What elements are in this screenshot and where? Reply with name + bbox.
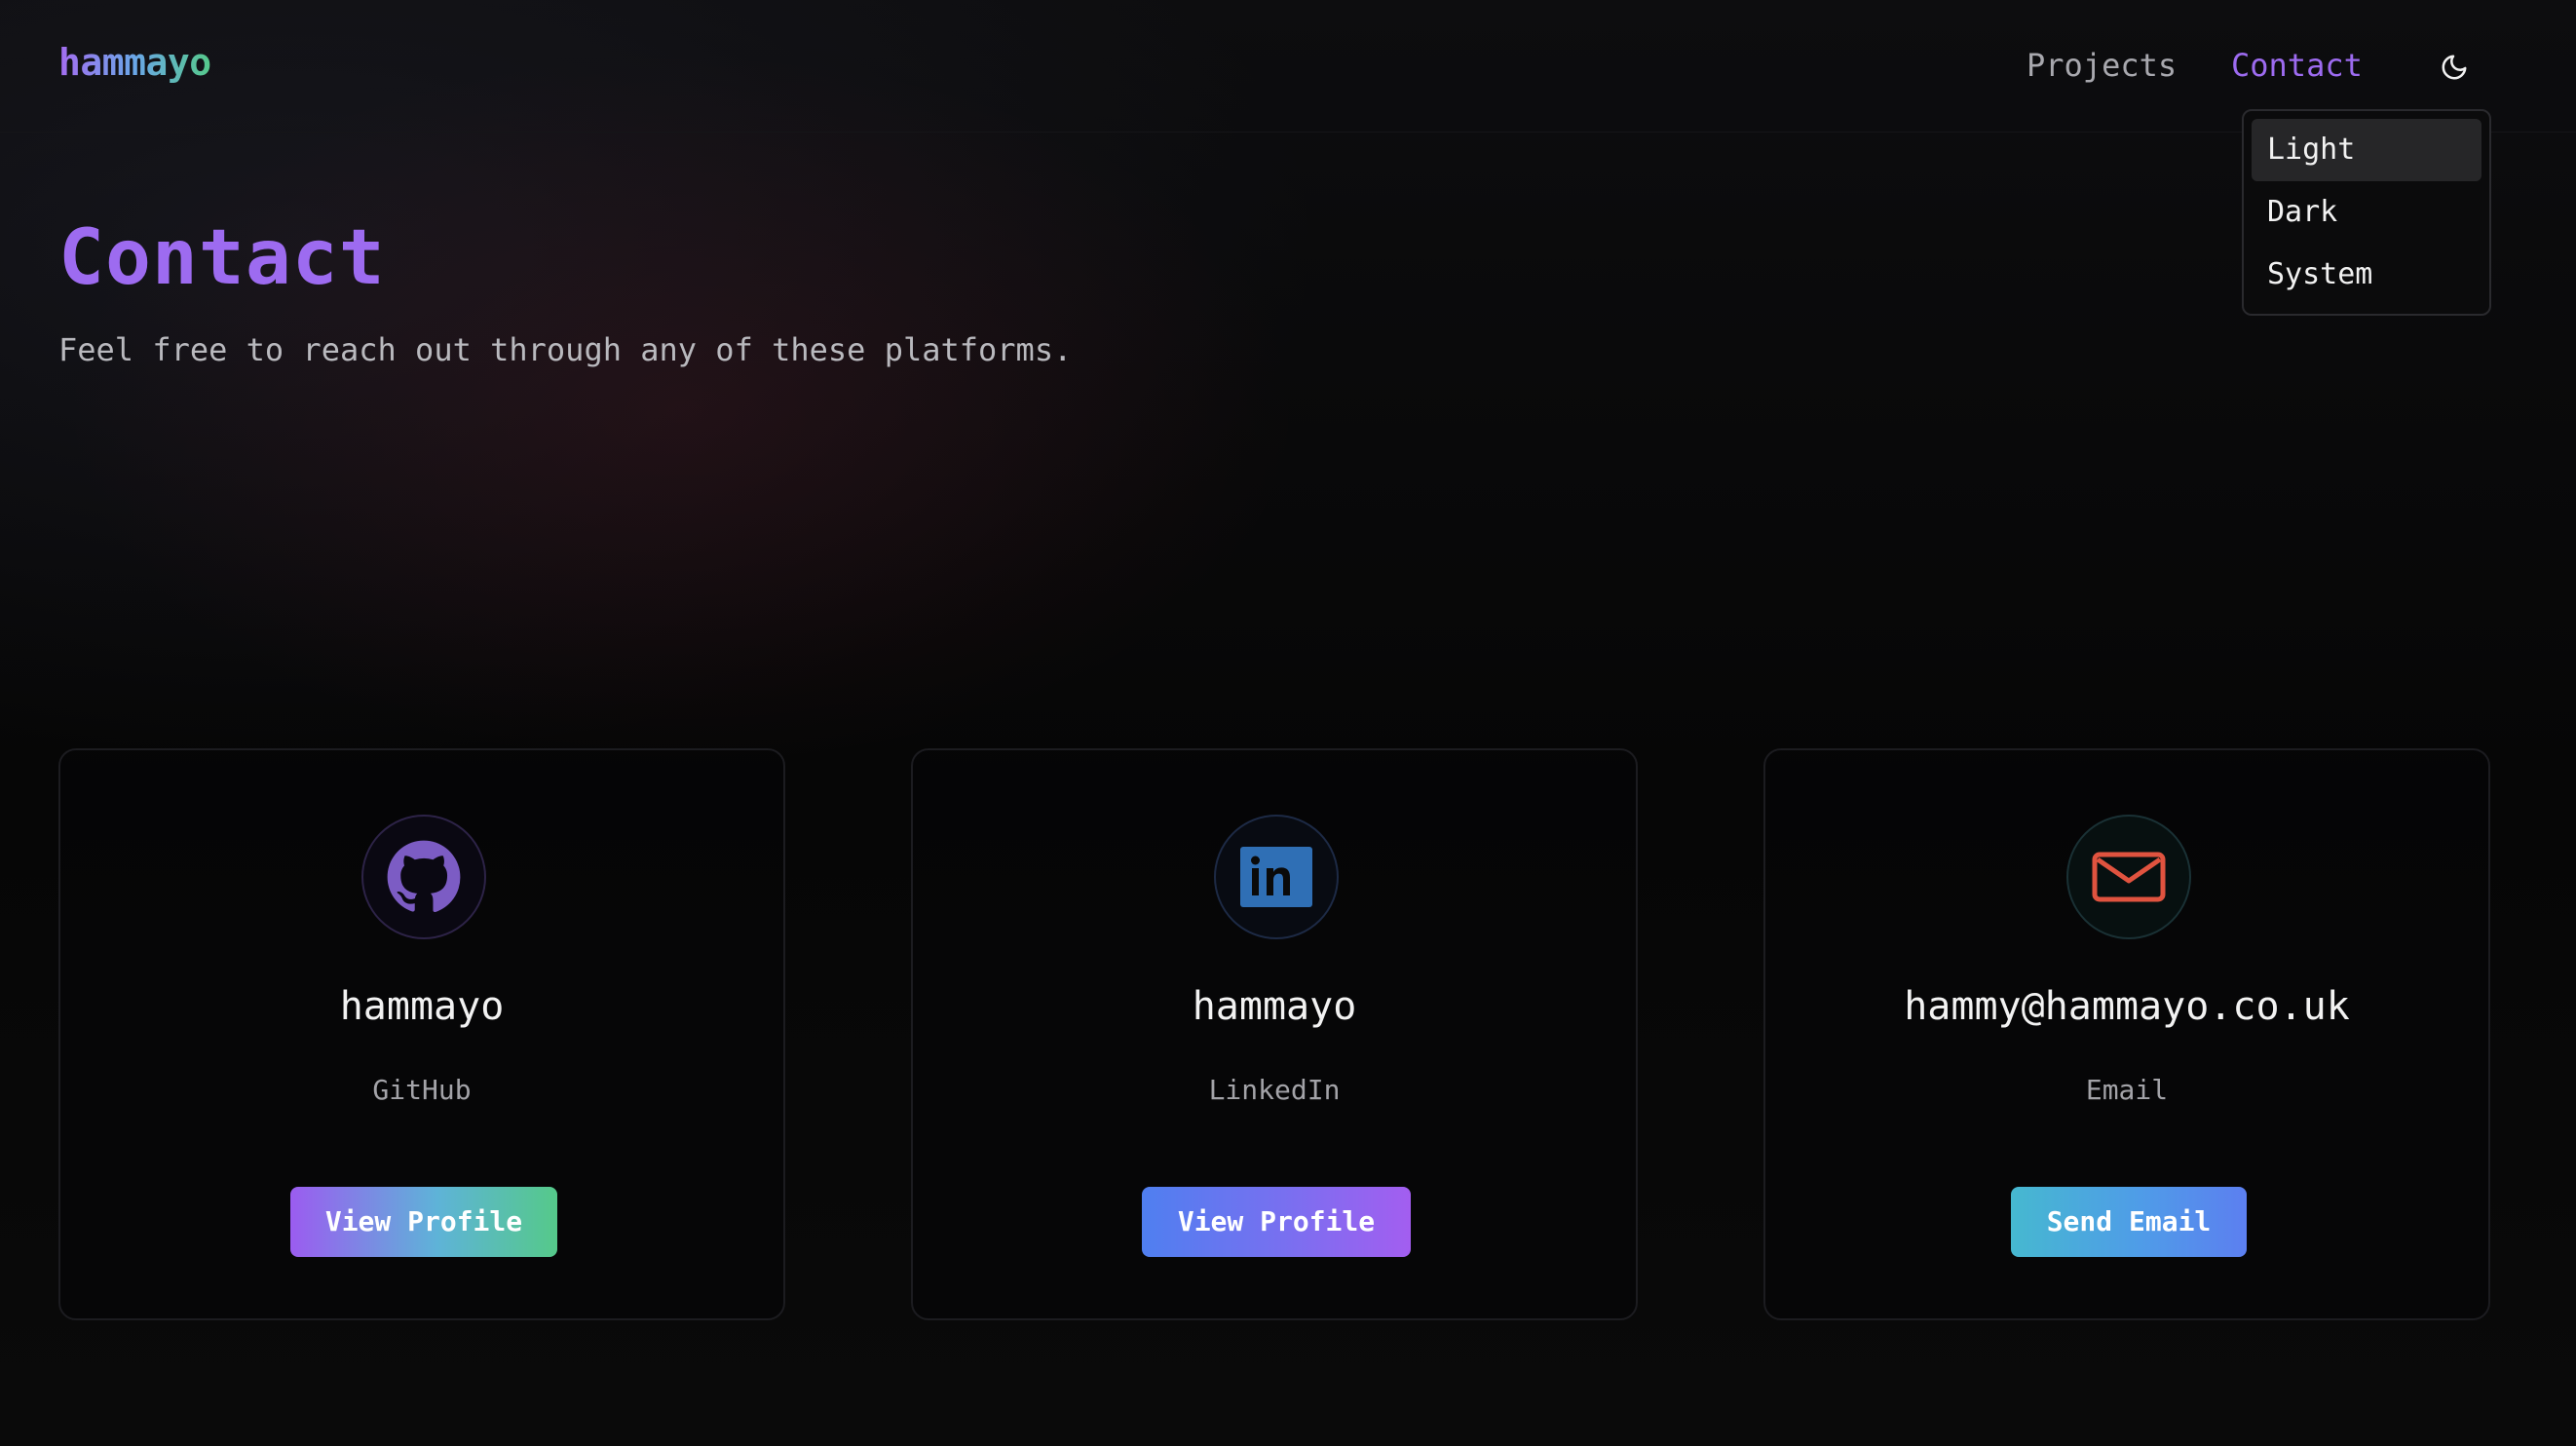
page-title: Contact [58,214,386,302]
card-platform: GitHub [372,1074,472,1106]
icon-badge [1214,815,1339,939]
icon-badge [2066,815,2191,939]
view-profile-button[interactable]: View Profile [290,1187,557,1257]
github-icon [387,840,461,913]
card-name: hammy@hammayo.co.uk [1904,984,2350,1029]
icon-badge [361,815,486,939]
view-profile-button[interactable]: View Profile [1142,1187,1411,1257]
site-header: hammayo Projects Contact [0,0,2576,133]
page-subtitle: Feel free to reach out through any of th… [58,331,1073,368]
card-platform: Email [2085,1074,2169,1106]
theme-toggle-button[interactable] [2430,43,2479,92]
page: hammayo Projects Contact Light Dark Syst… [0,0,2576,1446]
theme-option-system[interactable]: System [2252,244,2481,306]
linkedin-icon [1240,847,1312,907]
contact-card-github: hammayo GitHub View Profile [58,748,785,1320]
card-name: hammayo [339,984,505,1029]
mail-icon [2092,852,2166,902]
nav-link-projects[interactable]: Projects [2027,47,2177,84]
card-platform: LinkedIn [1208,1074,1341,1106]
card-name: hammayo [1192,984,1357,1029]
site-logo[interactable]: hammayo [58,41,211,84]
theme-option-dark[interactable]: Dark [2252,181,2481,244]
contact-card-email: hammy@hammayo.co.uk Email Send Email [1763,748,2490,1320]
moon-icon [2442,55,2467,80]
theme-menu: Light Dark System [2242,109,2491,316]
send-email-button[interactable]: Send Email [2011,1187,2247,1257]
contact-card-linkedin: hammayo LinkedIn View Profile [911,748,1638,1320]
theme-option-light[interactable]: Light [2252,119,2481,181]
nav-link-contact[interactable]: Contact [2231,47,2363,84]
